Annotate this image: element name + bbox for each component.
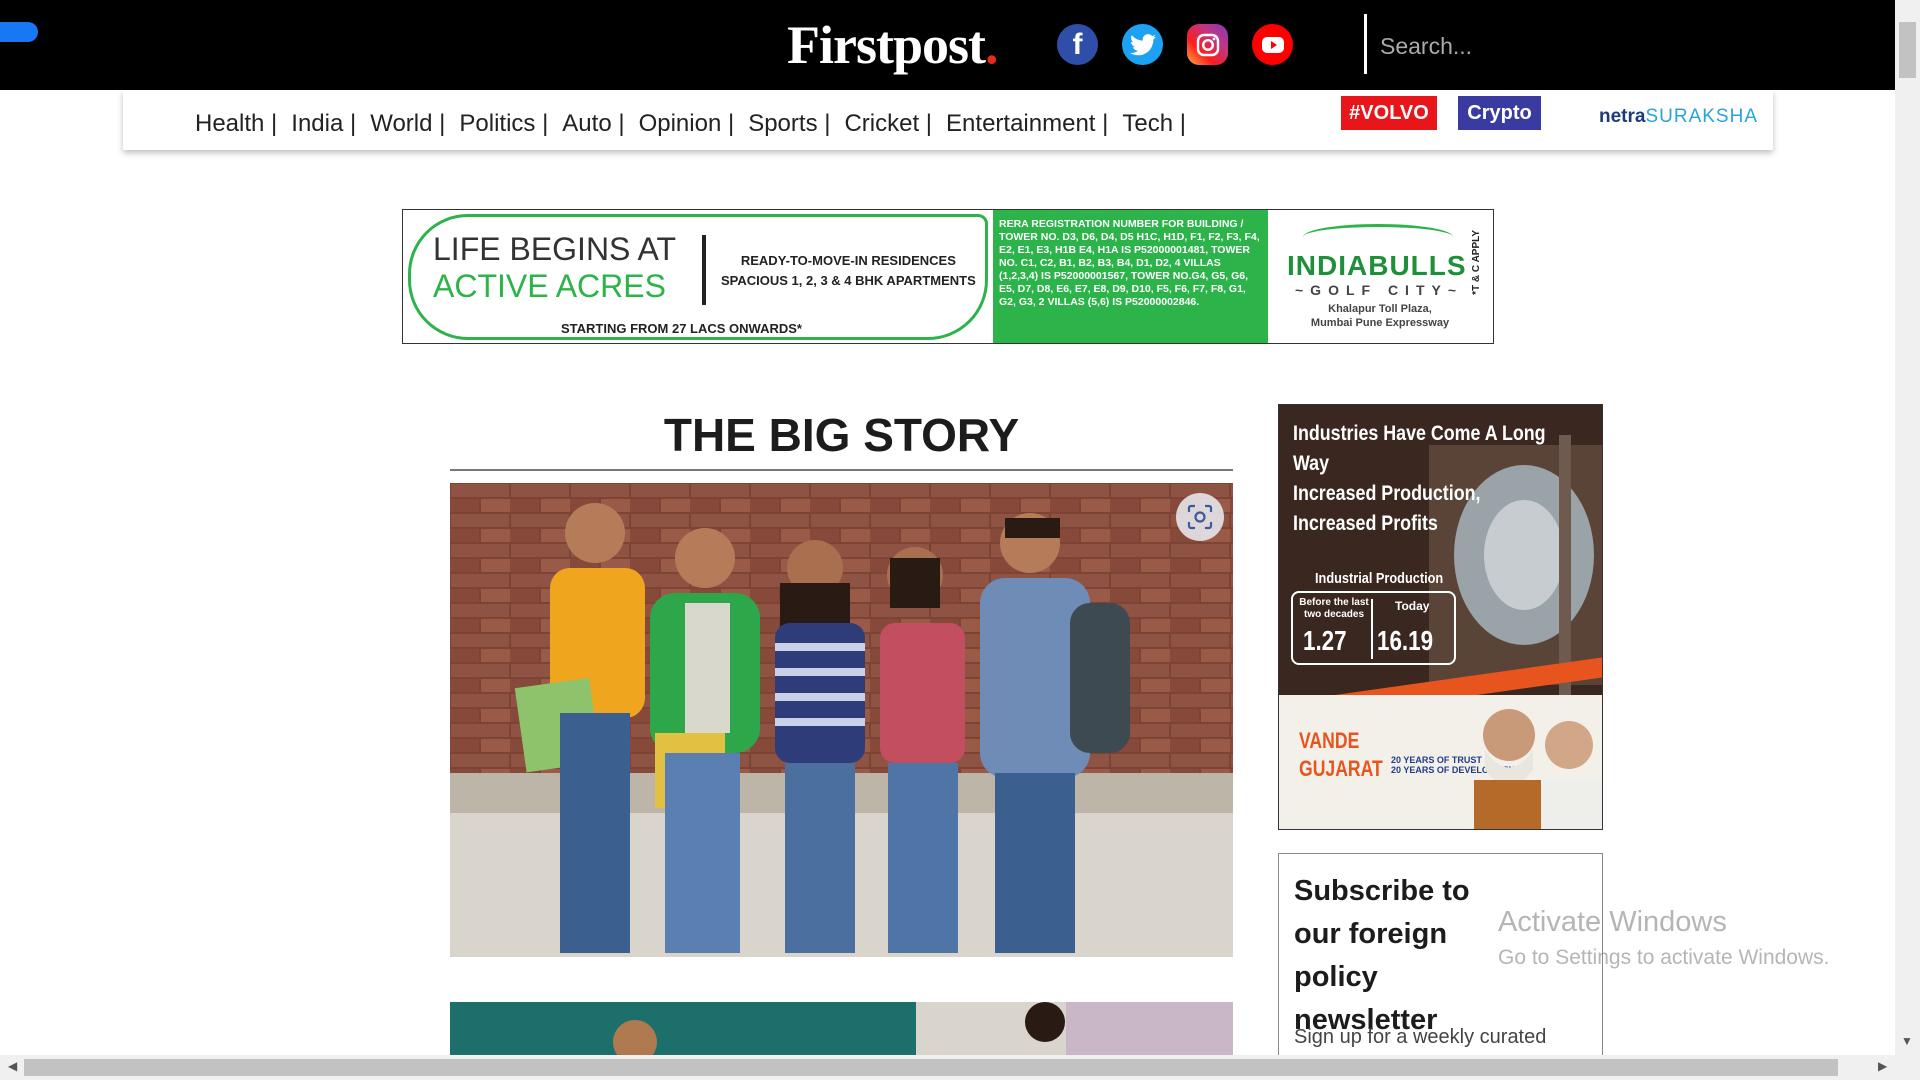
scroll-down-arrow-icon[interactable]: ▼ xyxy=(1901,1034,1913,1048)
youtube-icon[interactable] xyxy=(1252,24,1293,65)
nav-item-entertainment[interactable]: Entertainment | xyxy=(946,110,1108,138)
nav-item-cricket[interactable]: Cricket | xyxy=(844,110,932,138)
ad-title-line1: LIFE BEGINS AT xyxy=(433,231,677,267)
ad-ready-line1: READY-TO-MOVE-IN RESIDENCES xyxy=(740,253,956,268)
ad-rera-text: RERA REGISTRATION NUMBER FOR BUILDING / … xyxy=(993,210,1268,343)
side-ad-headline-2: Increased Production, xyxy=(1293,482,1481,505)
ad-left-panel: LIFE BEGINS AT ACTIVE ACRES READY-TO-MOV… xyxy=(408,214,988,340)
logo-dot: . xyxy=(984,15,998,75)
side-menu-toggle[interactable] xyxy=(0,22,38,42)
ad-brand-name: INDIABULLS xyxy=(1287,250,1467,281)
scrollbar-corner xyxy=(1895,1055,1920,1080)
ad-starting-price: STARTING FROM 27 LACS ONWARDS* xyxy=(561,321,802,336)
nav-item-world[interactable]: World | xyxy=(370,110,445,138)
students-photo xyxy=(450,483,1233,957)
ad-ready-text: READY-TO-MOVE-IN RESIDENCES SPACIOUS 1, … xyxy=(721,251,976,291)
volvo-badge-link[interactable]: #VOLVO xyxy=(1341,96,1437,130)
side-ad-headline-3: Increased Profits xyxy=(1293,512,1438,535)
banner-advertisement[interactable]: LIFE BEGINS AT ACTIVE ACRES READY-TO-MOV… xyxy=(402,209,1494,344)
logo-text: Firstpost xyxy=(787,15,986,75)
second-story-image[interactable] xyxy=(450,1002,1233,1062)
page: Firstpost. f Health | India | World | Po… xyxy=(0,0,1920,1080)
ad-divider xyxy=(702,235,706,305)
ad-title: LIFE BEGINS AT ACTIVE ACRES xyxy=(433,231,676,305)
nav-item-tech[interactable]: Tech | xyxy=(1122,110,1186,138)
side-ad-value-before: 1.27 xyxy=(1303,625,1347,656)
nav-item-opinion[interactable]: Opinion | xyxy=(639,110,735,138)
scroll-left-arrow-icon[interactable]: ◀ xyxy=(8,1059,17,1073)
side-ad-value-today: 16.19 xyxy=(1377,625,1434,656)
section-title: THE BIG STORY xyxy=(663,409,1020,461)
ad-location-line1: Khalapur Toll Plaza, xyxy=(1328,303,1432,315)
ad-ready-line2: SPACIOUS 1, 2, 3 & 4 BHK APARTMENTS xyxy=(721,273,976,288)
big-story-image[interactable] xyxy=(450,483,1233,957)
side-ad-stats-divider xyxy=(1371,599,1373,659)
scroll-right-arrow-icon[interactable]: ▶ xyxy=(1878,1059,1887,1073)
ad-tc-text: *T & C APPLY xyxy=(1471,230,1482,295)
ad-title-line2: ACTIVE ACRES xyxy=(433,268,666,304)
horizontal-scrollbar[interactable]: ◀ ▶ xyxy=(0,1055,1895,1080)
category-nav-bar: Health | India | World | Politics | Auto… xyxy=(123,90,1773,150)
nav-item-sports[interactable]: Sports | xyxy=(748,110,830,138)
nav-item-auto[interactable]: Auto | xyxy=(562,110,624,138)
lens-icon xyxy=(1187,504,1213,530)
search-input[interactable] xyxy=(1380,26,1620,66)
newsletter-subtitle: Sign up for a weekly curated xyxy=(1294,1026,1547,1048)
twitter-icon[interactable] xyxy=(1122,24,1163,65)
side-ad-leaders-photo xyxy=(1474,709,1602,829)
nav-item-politics[interactable]: Politics | xyxy=(459,110,548,138)
newsletter-title: Subscribe to our foreign policy newslett… xyxy=(1294,875,1470,1036)
vertical-scroll-thumb[interactable] xyxy=(1899,22,1916,78)
netra-text: netra xyxy=(1599,106,1646,127)
search-separator xyxy=(1364,14,1367,74)
ad-brand-arc xyxy=(1303,224,1453,250)
ad-indiabulls-brand: INDIABULLS ~GOLF CITY~ Khalapur Toll Pla… xyxy=(1273,210,1475,343)
side-ad-headline: Industries Have Come A Long Way Increase… xyxy=(1293,419,1556,539)
ad-brand-golf: ~GOLF CITY~ xyxy=(1295,282,1464,298)
sidebar-advertisement[interactable]: Industries Have Come A Long Way Increase… xyxy=(1278,404,1603,830)
side-ad-gujarat: GUJARAT xyxy=(1299,756,1383,781)
nav-list: Health | India | World | Politics | Auto… xyxy=(195,110,1200,138)
side-ad-today-label: Today xyxy=(1395,599,1430,613)
activate-windows-subtitle: Go to Settings to activate Windows. xyxy=(1498,946,1830,969)
vertical-scrollbar[interactable]: ▼ xyxy=(1895,0,1920,1080)
firstpost-logo[interactable]: Firstpost. xyxy=(787,14,998,76)
horizontal-scroll-thumb[interactable] xyxy=(24,1059,1838,1076)
side-ad-before-label: Before the last two decades xyxy=(1299,597,1369,620)
ad-location-line2: Mumbai Pune Expressway xyxy=(1310,317,1450,329)
side-ad-stats-box: Before the last two decades Today 1.27 1… xyxy=(1291,591,1456,665)
side-ad-vande-gujarat: VANDE GUJARAT xyxy=(1299,727,1383,783)
visual-search-button[interactable] xyxy=(1176,493,1224,541)
activate-windows-title: Activate Windows xyxy=(1498,906,1727,938)
netra-suraksha-link[interactable]: netraSURAKSHA xyxy=(1599,106,1758,128)
crypto-badge-link[interactable]: Crypto xyxy=(1458,96,1541,130)
facebook-icon[interactable]: f xyxy=(1057,24,1098,65)
second-story-photo xyxy=(450,1002,1233,1062)
nav-item-india[interactable]: India | xyxy=(291,110,356,138)
side-ad-headline-1: Industries Have Come A Long Way xyxy=(1293,422,1546,475)
side-ad-vande: VANDE xyxy=(1299,728,1360,753)
top-header-bar: Firstpost. f xyxy=(0,0,1895,90)
instagram-icon[interactable] xyxy=(1187,24,1228,65)
nav-item-health[interactable]: Health | xyxy=(195,110,277,138)
side-ad-industrial-label: Industrial Production xyxy=(1315,570,1444,587)
section-divider xyxy=(450,469,1233,471)
ad-brand-location: Khalapur Toll Plaza, Mumbai Pune Express… xyxy=(1285,302,1475,330)
suraksha-text: SURAKSHA xyxy=(1645,106,1758,127)
